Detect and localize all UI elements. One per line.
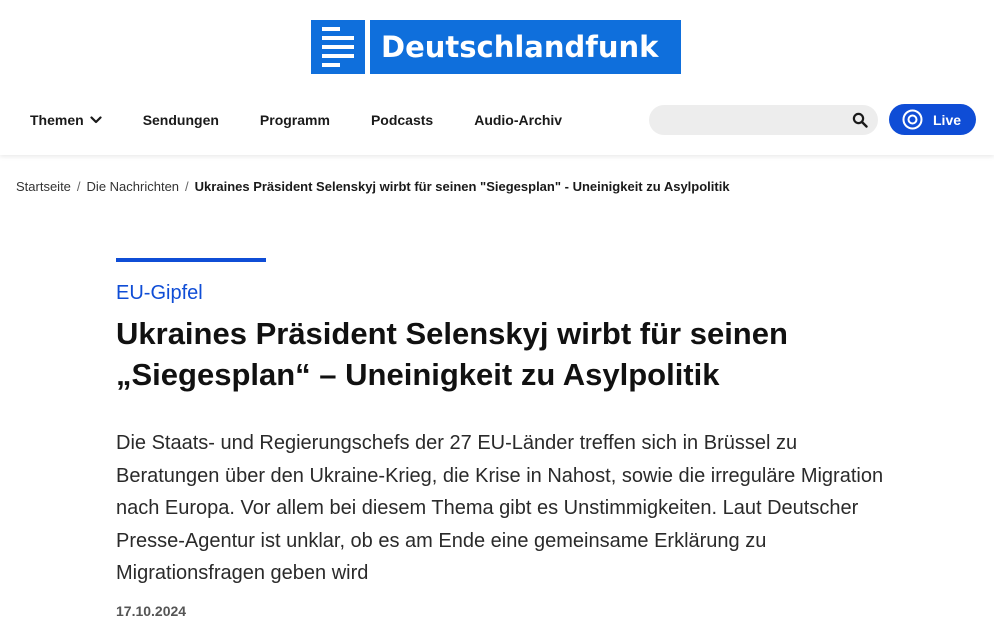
breadcrumb-link-startseite[interactable]: Startseite xyxy=(16,179,71,194)
nav-item-programm[interactable]: Programm xyxy=(260,112,330,128)
chevron-down-icon xyxy=(90,116,102,124)
nav-item-sendungen[interactable]: Sendungen xyxy=(143,112,219,128)
article-accent-bar xyxy=(116,258,266,262)
breadcrumb-link-nachrichten[interactable]: Die Nachrichten xyxy=(87,179,180,194)
article-teaser: Die Staats- und Regierungschefs der 27 E… xyxy=(116,432,884,584)
live-radio-icon xyxy=(902,109,923,130)
logo-mark-icon xyxy=(311,20,365,74)
nav-item-audio-archiv[interactable]: Audio-Archiv xyxy=(474,112,562,128)
main-nav: Themen Sendungen Programm Podcasts Audio… xyxy=(30,108,603,132)
deutschlandfunk-logo[interactable]: Deutschlandfunk xyxy=(311,20,681,74)
live-button-label: Live xyxy=(933,111,962,128)
live-button[interactable]: Live xyxy=(889,104,976,135)
search-input[interactable] xyxy=(663,110,843,130)
nav-item-podcasts[interactable]: Podcasts xyxy=(371,112,433,128)
article-date: 17.10.2024 xyxy=(116,603,187,619)
breadcrumb: Startseite / Die Nachrichten / Ukraines … xyxy=(16,179,730,194)
breadcrumb-separator: / xyxy=(185,179,189,194)
article-kicker: EU-Gipfel xyxy=(116,282,203,304)
article-headline: Ukraines Präsident Selenskyj wirbt für s… xyxy=(116,316,788,392)
breadcrumb-current: Ukraines Präsident Selenskyj wirbt für s… xyxy=(194,179,730,194)
nav-item-label: Themen xyxy=(30,112,84,128)
breadcrumb-separator: / xyxy=(76,179,81,194)
site-header: Deutschlandfunk Themen Sendungen Program… xyxy=(0,0,994,155)
search-icon[interactable] xyxy=(852,112,868,128)
logo-wordmark: Deutschlandfunk xyxy=(370,20,681,74)
search-box xyxy=(649,105,878,135)
nav-item-themen[interactable]: Themen xyxy=(30,112,102,128)
